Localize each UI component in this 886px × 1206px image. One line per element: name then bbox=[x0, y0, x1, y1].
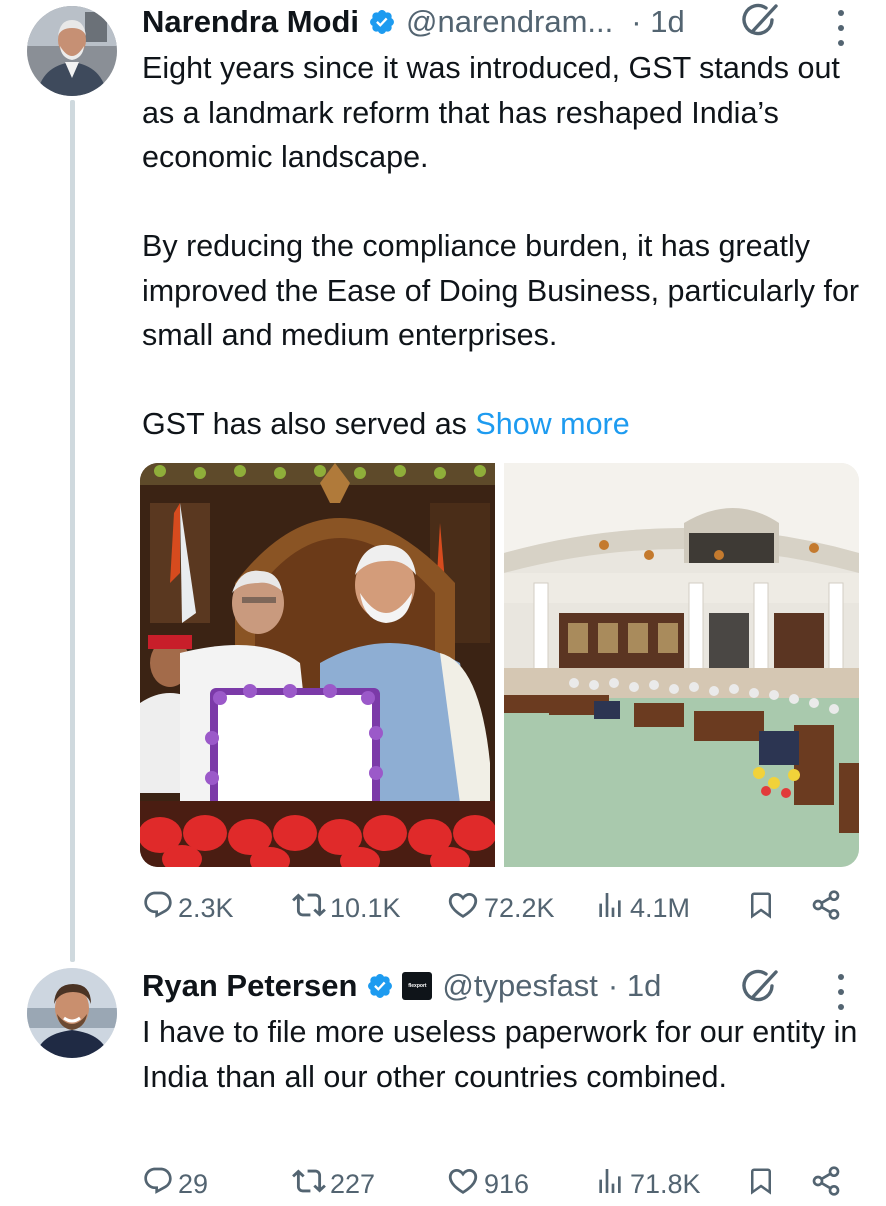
tweet-time[interactable]: · 1d bbox=[608, 968, 661, 1004]
tweet-paragraph: By reducing the compliance burden, it ha… bbox=[142, 229, 860, 352]
share-button[interactable] bbox=[810, 886, 842, 930]
grok-icon[interactable] bbox=[740, 966, 780, 1006]
tweet-header: Ryan Petersen flexport @typesfast · 1d bbox=[142, 964, 661, 1008]
avatar-ryan-petersen[interactable] bbox=[27, 968, 117, 1058]
views-button[interactable]: 4.1M bbox=[594, 886, 690, 930]
tweet-text: Eight years since it was introduced, GST… bbox=[142, 46, 862, 447]
author-handle[interactable]: @narendram... bbox=[406, 4, 613, 40]
bookmark-button[interactable] bbox=[746, 1162, 776, 1206]
bookmark-icon bbox=[746, 1165, 776, 1204]
truncated-text: GST has also served as bbox=[142, 407, 476, 441]
like-icon bbox=[446, 1164, 480, 1205]
tweet-photo-central-hall[interactable] bbox=[504, 463, 859, 867]
like-button[interactable]: 916 bbox=[446, 1162, 529, 1206]
grok-icon[interactable] bbox=[740, 0, 780, 40]
reply-count: 29 bbox=[178, 1168, 209, 1199]
more-options-icon[interactable] bbox=[836, 974, 846, 1010]
views-count: 4.1M bbox=[630, 892, 691, 923]
verified-badge-icon[interactable] bbox=[368, 8, 396, 36]
author-name[interactable]: Ryan Petersen bbox=[142, 968, 357, 1004]
views-button[interactable]: 71.8K bbox=[594, 1162, 701, 1206]
share-button[interactable] bbox=[810, 1162, 842, 1206]
reply-icon bbox=[142, 1165, 174, 1204]
bookmark-button[interactable] bbox=[746, 886, 776, 930]
repost-icon bbox=[292, 888, 326, 929]
bookmark-icon bbox=[746, 889, 776, 928]
tweet-photo-ceremony[interactable] bbox=[140, 463, 495, 867]
author-handle[interactable]: @typesfast bbox=[442, 968, 598, 1004]
reply-button[interactable]: 2.3K bbox=[142, 886, 234, 930]
views-icon bbox=[594, 889, 626, 928]
tweet-text: I have to file more useless paperwork fo… bbox=[142, 1015, 858, 1094]
share-icon bbox=[810, 889, 842, 928]
more-options-icon[interactable] bbox=[836, 10, 846, 46]
tweet-header: Narendra Modi @narendram... · 1d bbox=[142, 0, 685, 44]
views-icon bbox=[594, 1165, 626, 1204]
like-icon bbox=[446, 888, 480, 929]
thread-connector-line bbox=[70, 100, 75, 962]
repost-button[interactable]: 227 bbox=[292, 1162, 375, 1206]
views-count: 71.8K bbox=[630, 1168, 701, 1199]
repost-button[interactable]: 10.1K bbox=[292, 886, 401, 930]
like-button[interactable]: 72.2K bbox=[446, 886, 555, 930]
tweet-paragraph: Eight years since it was introduced, GST… bbox=[142, 51, 840, 174]
like-count: 916 bbox=[484, 1168, 530, 1199]
reply-button[interactable]: 29 bbox=[142, 1162, 208, 1206]
tweet-paragraph-truncated: GST has also served as Show more bbox=[142, 402, 862, 447]
like-count: 72.2K bbox=[484, 892, 555, 923]
show-more-link[interactable]: Show more bbox=[475, 407, 629, 441]
affiliate-badge-flexport[interactable]: flexport bbox=[402, 972, 433, 1000]
tweet-actions: 29 227 916 71.8K bbox=[142, 1162, 852, 1206]
reply-count: 2.3K bbox=[178, 892, 234, 923]
share-icon bbox=[810, 1165, 842, 1204]
repost-count: 227 bbox=[330, 1168, 376, 1199]
avatar-narendra-modi[interactable] bbox=[27, 6, 117, 96]
tweet-time[interactable]: · 1d bbox=[631, 4, 684, 40]
verified-badge-icon[interactable] bbox=[366, 972, 394, 1000]
repost-count: 10.1K bbox=[330, 892, 401, 923]
reply-icon bbox=[142, 889, 174, 928]
repost-icon bbox=[292, 1164, 326, 1205]
author-name[interactable]: Narendra Modi bbox=[142, 4, 359, 40]
tweet-actions: 2.3K 10.1K 72.2K 4.1M bbox=[142, 886, 852, 930]
